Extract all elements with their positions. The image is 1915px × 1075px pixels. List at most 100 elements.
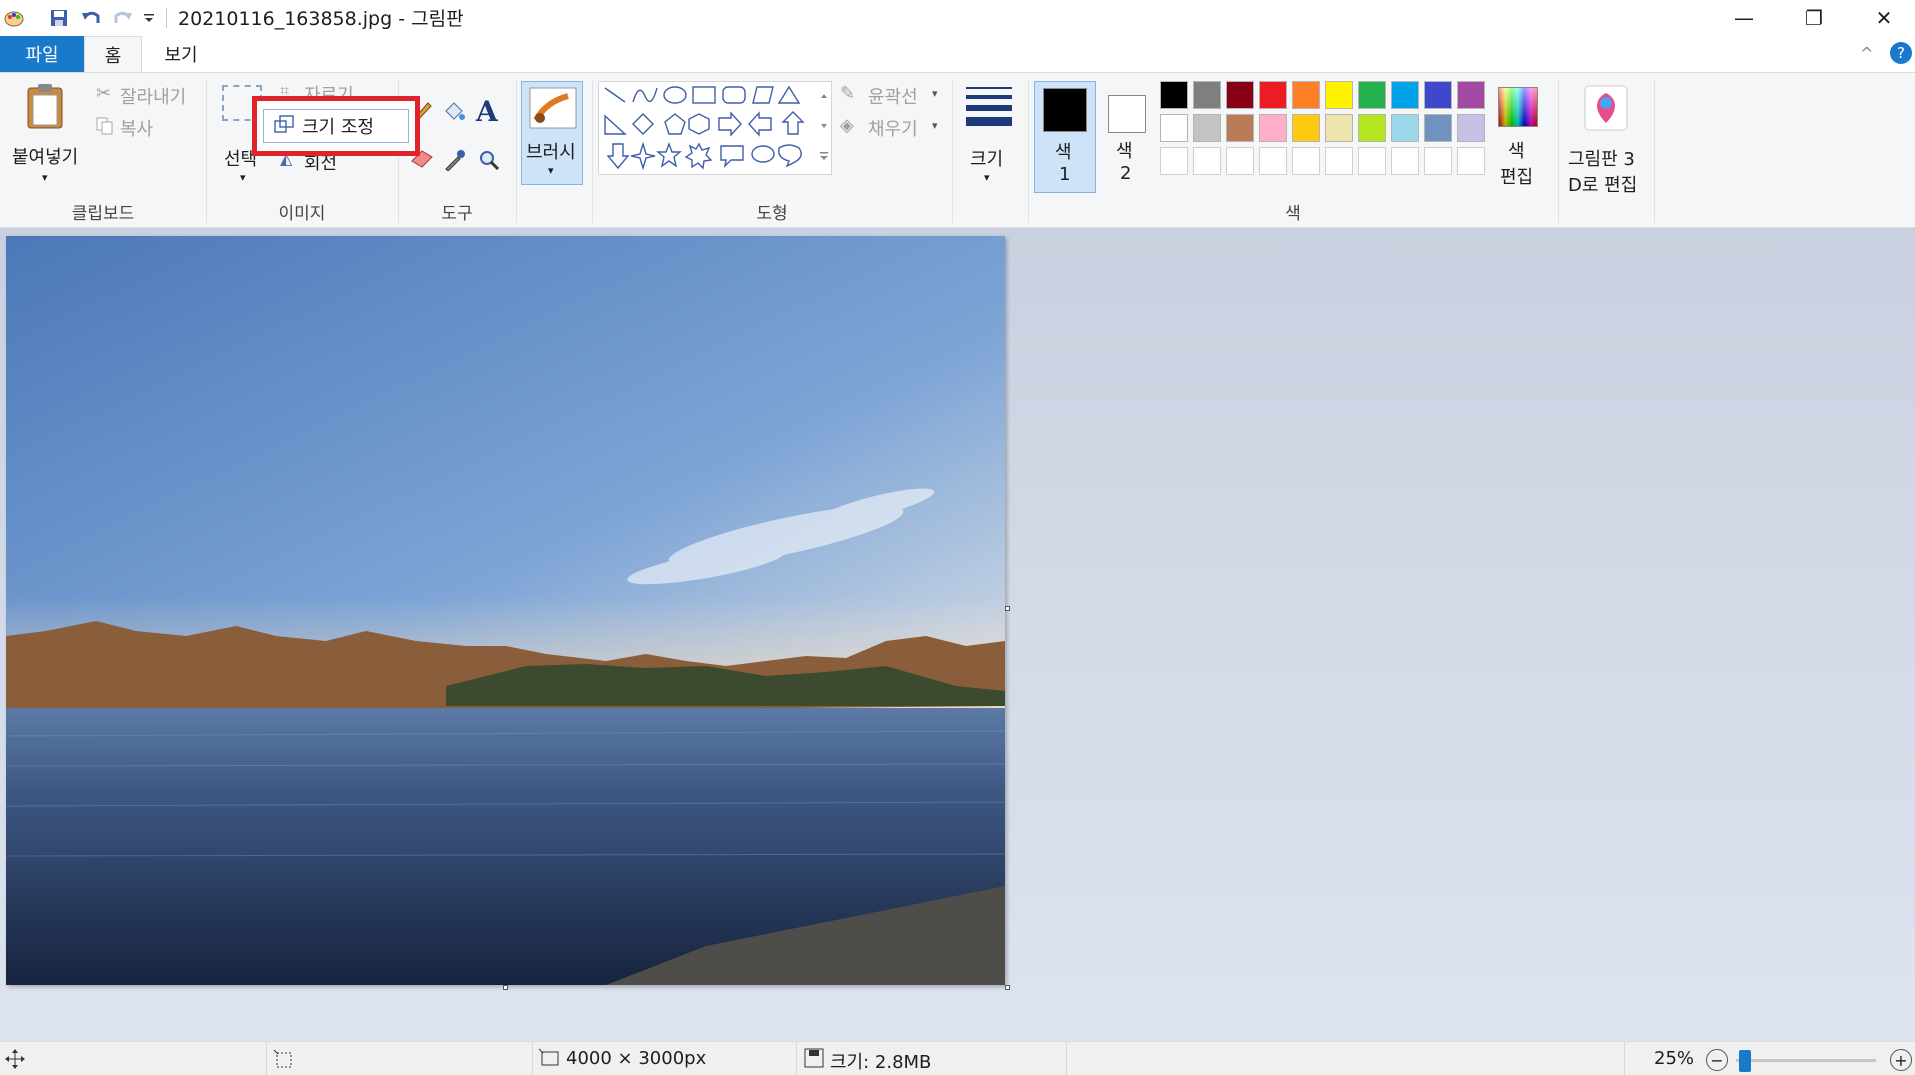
image-group-label: 이미지 xyxy=(278,204,326,224)
paint-app-icon[interactable] xyxy=(0,6,28,30)
size-label: 크기 xyxy=(970,149,1004,170)
shapes-gallery-icons xyxy=(604,85,828,171)
palette-swatch[interactable] xyxy=(1424,114,1452,142)
color-picker-icon[interactable] xyxy=(444,149,466,176)
size-button[interactable]: 크기 ▾ xyxy=(958,81,1018,185)
tab-view[interactable]: 보기 xyxy=(150,36,212,72)
palette-swatch[interactable] xyxy=(1358,147,1386,175)
paste-button[interactable]: 붙여넣기 ▾ xyxy=(10,79,86,191)
palette-swatch[interactable] xyxy=(1391,114,1419,142)
palette-swatch[interactable] xyxy=(1391,147,1419,175)
palette-swatch[interactable] xyxy=(1226,147,1254,175)
palette-swatch[interactable] xyxy=(1424,81,1452,109)
zoom-in-button[interactable]: + xyxy=(1890,1049,1912,1071)
status-bar: 4000 × 3000px 크기: 2.8MB 25% − + xyxy=(0,1041,1915,1075)
status-separator xyxy=(796,1042,797,1075)
color1-number: 1 xyxy=(1059,164,1071,185)
palette-swatch[interactable] xyxy=(1358,81,1386,109)
chevron-down-icon: ▾ xyxy=(42,171,48,184)
edit-with-paint3d-button[interactable]: 그림판 3 D로 편집 xyxy=(1562,81,1648,196)
color1-label: 색 xyxy=(1055,142,1072,163)
palette-swatch[interactable] xyxy=(1259,147,1287,175)
resize-label: 크기 조정 xyxy=(302,117,374,138)
color1-button[interactable]: 색 1 xyxy=(1034,81,1096,193)
image-dimensions: 4000 × 3000px xyxy=(566,1048,707,1069)
line-width-icon xyxy=(964,85,1014,134)
palette-swatch[interactable] xyxy=(1259,114,1287,142)
palette-swatch[interactable] xyxy=(1160,114,1188,142)
resize-button[interactable]: 크기 조정 xyxy=(263,109,409,143)
color1-swatch xyxy=(1043,88,1087,132)
group-separator xyxy=(1558,79,1559,223)
ribbon-tab-bar: 파일 홈 보기 ^ ? xyxy=(0,36,1915,72)
tab-home[interactable]: 홈 xyxy=(84,36,142,72)
color2-button[interactable]: 색 2 xyxy=(1100,81,1156,193)
cut-label: 잘라내기 xyxy=(120,87,187,108)
palette-swatch[interactable] xyxy=(1358,114,1386,142)
palette-swatch[interactable] xyxy=(1292,114,1320,142)
shapes-group-label: 도형 xyxy=(756,204,788,224)
clipboard-icon xyxy=(26,83,66,134)
resize-handle-corner[interactable] xyxy=(1005,985,1010,990)
copy-button[interactable]: 복사 xyxy=(96,115,196,141)
palette-swatch[interactable] xyxy=(1325,147,1353,175)
clipboard-group-label: 클립보드 xyxy=(71,204,135,224)
palette-swatch[interactable] xyxy=(1160,81,1188,109)
palette-swatch[interactable] xyxy=(1193,147,1221,175)
edit-colors-button[interactable]: 색 편집 xyxy=(1492,81,1544,193)
chevron-down-icon: ▾ xyxy=(548,164,554,177)
fill-button[interactable]: ◈ 채우기 ▾ xyxy=(840,115,950,140)
palette-swatch[interactable] xyxy=(1457,147,1485,175)
palette-swatch[interactable] xyxy=(1391,81,1419,109)
edit-colors-label-2: 편집 xyxy=(1500,167,1534,188)
minimize-button[interactable]: — xyxy=(1709,0,1779,36)
chevron-down-icon: ▾ xyxy=(984,171,990,184)
paste-label: 붙여넣기 xyxy=(12,147,79,168)
color-spectrum-icon xyxy=(1498,87,1538,127)
color2-swatch xyxy=(1108,95,1146,133)
group-separator xyxy=(516,79,517,223)
tab-file[interactable]: 파일 xyxy=(0,36,84,72)
palette-swatch[interactable] xyxy=(1226,114,1254,142)
title-bar: 20210116_163858.jpg - 그림판 — ❐ ✕ xyxy=(0,0,1915,36)
zoom-slider-track[interactable] xyxy=(1736,1050,1876,1072)
redo-icon[interactable] xyxy=(110,6,136,30)
palette-swatch[interactable] xyxy=(1325,81,1353,109)
cut-button[interactable]: ✂ 잘라내기 xyxy=(96,83,196,109)
palette-swatch[interactable] xyxy=(1193,81,1221,109)
palette-swatch[interactable] xyxy=(1193,114,1221,142)
restore-button[interactable]: ❐ xyxy=(1779,0,1849,36)
palette-swatch[interactable] xyxy=(1424,147,1452,175)
palette-swatch[interactable] xyxy=(1226,81,1254,109)
palette-swatch[interactable] xyxy=(1160,147,1188,175)
save-icon[interactable] xyxy=(46,6,72,30)
shapes-gallery[interactable] xyxy=(598,81,832,175)
fill-bucket-icon[interactable] xyxy=(442,99,466,128)
palette-swatch[interactable] xyxy=(1457,81,1485,109)
magnifier-icon[interactable] xyxy=(478,149,500,176)
palette-swatch[interactable] xyxy=(1325,114,1353,142)
customize-dropdown-icon[interactable] xyxy=(140,6,158,30)
canvas-image[interactable] xyxy=(6,236,1005,985)
status-separator xyxy=(1624,1042,1625,1075)
resize-handle-bottom[interactable] xyxy=(503,985,508,990)
close-button[interactable]: ✕ xyxy=(1849,0,1915,36)
palette-swatch[interactable] xyxy=(1259,81,1287,109)
palette-swatch[interactable] xyxy=(1292,81,1320,109)
window-title: 20210116_163858.jpg - 그림판 xyxy=(178,8,464,30)
text-tool-icon[interactable]: A xyxy=(476,95,498,128)
brush-label: 브러시 xyxy=(526,142,576,163)
palette-swatch[interactable] xyxy=(1457,114,1485,142)
collapse-ribbon-button[interactable]: ^ xyxy=(1860,44,1873,63)
palette-swatch[interactable] xyxy=(1292,147,1320,175)
colors-group-label: 색 xyxy=(1285,204,1301,224)
resize-handle-right[interactable] xyxy=(1005,606,1010,611)
cursor-position-icon xyxy=(4,1048,26,1075)
zoom-slider-thumb[interactable] xyxy=(1739,1050,1752,1072)
undo-icon[interactable] xyxy=(78,6,104,30)
help-button[interactable]: ? xyxy=(1890,42,1912,64)
outline-button[interactable]: ✎ 윤곽선 ▾ xyxy=(840,83,950,108)
brush-button[interactable]: 브러시 ▾ xyxy=(521,81,583,185)
outline-icon: ✎ xyxy=(840,83,856,104)
zoom-out-button[interactable]: − xyxy=(1706,1049,1728,1071)
